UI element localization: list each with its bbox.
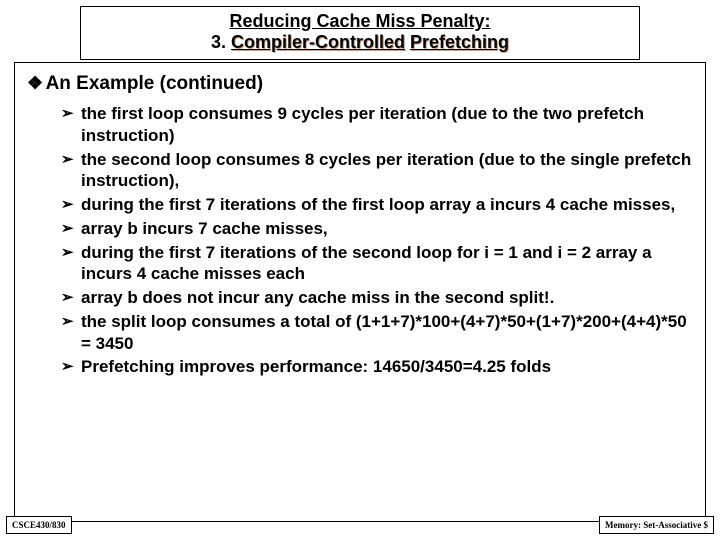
list-item: ➢ the split loop consumes a total of (1+… xyxy=(61,311,693,355)
list-item: ➢ during the first 7 iterations of the s… xyxy=(61,242,693,286)
footer-right: Memory: Set-Associative $ xyxy=(599,516,714,534)
section-heading: ❖ An Example (continued) xyxy=(27,73,693,95)
list-item-text: array b incurs 7 cache misses, xyxy=(81,218,693,240)
title-line-2: 3. Compiler-Controlled Prefetching xyxy=(89,32,631,53)
list-item-text: the first loop consumes 9 cycles per ite… xyxy=(81,103,693,147)
list-item-text: the second loop consumes 8 cycles per it… xyxy=(81,149,693,193)
section-heading-text: An Example (continued) xyxy=(46,73,263,94)
footer-left: CSCE430/830 xyxy=(6,516,72,534)
title-prefix: 3. xyxy=(211,32,231,52)
list-item: ➢ the second loop consumes 8 cycles per … xyxy=(61,149,693,193)
title-box: Reducing Cache Miss Penalty: 3. Compiler… xyxy=(80,6,640,60)
list-item: ➢ Prefetching improves performance: 1465… xyxy=(61,356,693,378)
arrow-icon: ➢ xyxy=(61,311,81,331)
list-item-text: during the first 7 iterations of the fir… xyxy=(81,194,693,216)
title-prefetching: Prefetching xyxy=(410,32,509,52)
title-compiler-controlled: Compiler-Controlled xyxy=(231,32,405,52)
list-item-text: the split loop consumes a total of (1+1+… xyxy=(81,311,693,355)
arrow-icon: ➢ xyxy=(61,287,81,307)
arrow-icon: ➢ xyxy=(61,149,81,169)
arrow-icon: ➢ xyxy=(61,218,81,238)
arrow-icon: ➢ xyxy=(61,242,81,262)
arrow-icon: ➢ xyxy=(61,356,81,376)
diamond-bullet-icon: ❖ xyxy=(27,73,41,94)
arrow-icon: ➢ xyxy=(61,194,81,214)
list-item: ➢ array b does not incur any cache miss … xyxy=(61,287,693,309)
list-item-text: Prefetching improves performance: 14650/… xyxy=(81,356,693,378)
list-item: ➢ array b incurs 7 cache misses, xyxy=(61,218,693,240)
arrow-icon: ➢ xyxy=(61,103,81,123)
list-item-text: during the first 7 iterations of the sec… xyxy=(81,242,693,286)
content-box: ❖ An Example (continued) ➢ the first loo… xyxy=(14,62,706,522)
list-item: ➢ during the first 7 iterations of the f… xyxy=(61,194,693,216)
list-item-text: array b does not incur any cache miss in… xyxy=(81,287,693,309)
list-item: ➢ the first loop consumes 9 cycles per i… xyxy=(61,103,693,147)
bullet-list: ➢ the first loop consumes 9 cycles per i… xyxy=(61,103,693,378)
title-line-1: Reducing Cache Miss Penalty: xyxy=(89,11,631,32)
